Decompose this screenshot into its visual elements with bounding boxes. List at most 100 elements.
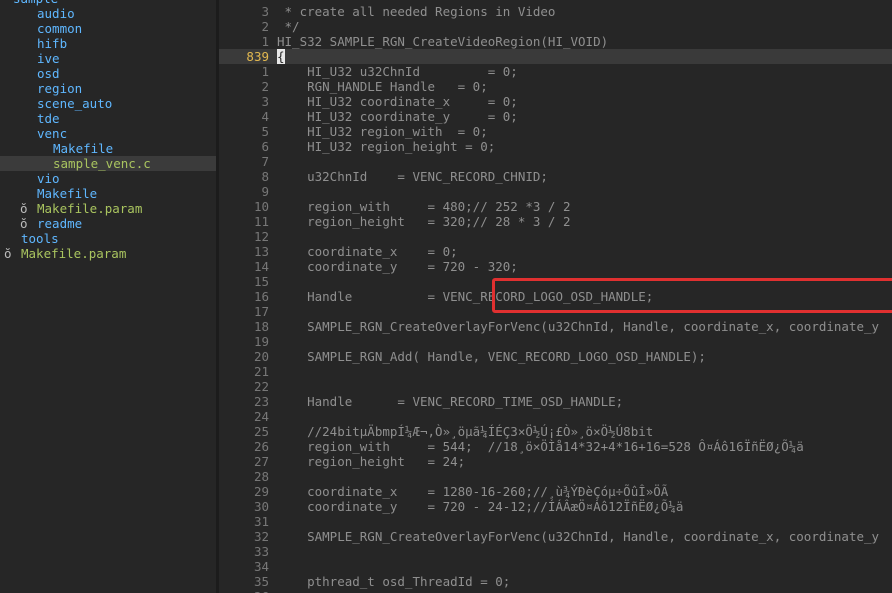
tree-item-folder[interactable]: ive — [0, 51, 216, 66]
tree-item-label: Makefile.param — [21, 246, 127, 261]
tree-item-folder[interactable]: venc — [0, 126, 216, 141]
tree-item-folder[interactable]: tools — [0, 231, 216, 246]
code-line[interactable]: 13 coordinate_x = 0; — [219, 244, 892, 259]
git-status-icon: ŏ — [20, 201, 28, 216]
code-line[interactable]: 33 — [219, 544, 892, 559]
line-number: 7 — [261, 154, 269, 169]
highlight-annotation-box — [492, 278, 892, 313]
code-text: RGN_HANDLE Handle = 0; — [277, 79, 488, 94]
code-text: coordinate_y = 720 - 24-12;//ÍÁÂæÖ¤Áô12Ï… — [277, 499, 684, 514]
code-line[interactable]: 29 coordinate_x = 1280-16-260;//¸ù¾ÝÐèÇó… — [219, 484, 892, 499]
line-number: 33 — [253, 544, 269, 559]
code-line[interactable]: 24 — [219, 409, 892, 424]
tree-item-folder[interactable]: Makefile — [0, 141, 216, 156]
line-number: 2 — [261, 19, 269, 34]
tree-item-folder[interactable]: osd — [0, 66, 216, 81]
tree-item-label: tde — [37, 111, 60, 126]
code-text: { — [277, 49, 285, 64]
tree-item-label: region — [37, 81, 83, 96]
code-line[interactable]: 3 * create all needed Regions in Video — [219, 4, 892, 19]
code-text: coordinate_y = 720 - 320; — [277, 259, 518, 274]
line-number: 2 — [261, 79, 269, 94]
tree-item-folder[interactable]: common — [0, 21, 216, 36]
code-line[interactable]: 23 Handle = VENC_RECORD_TIME_OSD_HANDLE; — [219, 394, 892, 409]
line-number: 17 — [253, 304, 269, 319]
code-line[interactable]: 6 HI_U32 region_height = 0; — [219, 139, 892, 154]
code-line[interactable]: 3 HI_U32 coordinate_x = 0; — [219, 94, 892, 109]
code-text: HI_U32 u32ChnId = 0; — [277, 64, 518, 79]
code-line[interactable]: 36 — [219, 589, 892, 593]
code-line[interactable]: 14 coordinate_y = 720 - 320; — [219, 259, 892, 274]
tree-item-folder[interactable]: hifb — [0, 36, 216, 51]
tree-item-label: Makefile — [53, 141, 114, 156]
tree-item-folder[interactable]: audio — [0, 6, 216, 21]
code-text: coordinate_x = 0; — [277, 244, 458, 259]
code-line[interactable]: 12 — [219, 229, 892, 244]
code-line[interactable]: 32 SAMPLE_RGN_CreateOverlayForVenc(u32Ch… — [219, 529, 892, 544]
tree-item-label: vio — [37, 171, 60, 186]
tree-item-file[interactable]: sample_venc.c — [0, 156, 216, 171]
code-line[interactable]: 9 — [219, 184, 892, 199]
code-text: region_height = 24; — [277, 454, 466, 469]
code-line[interactable]: 19 — [219, 334, 892, 349]
code-text: SAMPLE_RGN_CreateOverlayForVenc(u32ChnId… — [277, 529, 880, 544]
code-line[interactable]: 2 RGN_HANDLE Handle = 0; — [219, 79, 892, 94]
code-line[interactable]: 25 //24bitµÄbmpÍ¼Æ¬,Ò»¸öµã¼ÍÉÇ3×Ö½Ú¡£Ò»¸… — [219, 424, 892, 439]
line-number: 30 — [253, 499, 269, 514]
line-number: 4 — [261, 109, 269, 124]
tree-item-label: sample_venc.c — [53, 156, 151, 171]
code-line[interactable]: 27 region_height = 24; — [219, 454, 892, 469]
code-line[interactable]: 11 region_height = 320;// 28 * 3 / 2 — [219, 214, 892, 229]
code-line[interactable]: 28 — [219, 469, 892, 484]
code-line[interactable]: 10 region_with = 480;// 252 *3 / 2 — [219, 199, 892, 214]
code-line[interactable]: 4 HI_U32 coordinate_y = 0; — [219, 109, 892, 124]
code-line[interactable]: 7 — [219, 154, 892, 169]
tree-item-folder[interactable]: scene_auto — [0, 96, 216, 111]
code-line[interactable]: 34 — [219, 559, 892, 574]
code-line[interactable]: 18 SAMPLE_RGN_CreateOverlayForVenc(u32Ch… — [219, 319, 892, 334]
line-number: 839 — [246, 49, 269, 64]
code-text: region_with = 544; //18¸ö×ÖÌå14*32+4*16+… — [277, 439, 804, 454]
tree-item-folder[interactable]: Makefile — [0, 186, 216, 201]
line-number: 9 — [261, 184, 269, 199]
line-number: 14 — [253, 259, 269, 274]
code-text: HI_U32 coordinate_y = 0; — [277, 109, 518, 124]
code-line-current[interactable]: 839 { — [219, 49, 892, 64]
code-line[interactable]: 22 — [219, 379, 892, 394]
tree-item-label: Makefile.param — [37, 201, 143, 216]
line-number: 10 — [253, 199, 269, 214]
code-line[interactable]: 8 u32ChnId = VENC_RECORD_CHNID; — [219, 169, 892, 184]
tree-item-folder[interactable]: tde — [0, 111, 216, 126]
line-number: 22 — [253, 379, 269, 394]
code-line[interactable]: 2 */ — [219, 19, 892, 34]
file-tree-panel[interactable]: sampleaudiocommonhifbiveosdregionscene_a… — [0, 0, 216, 593]
code-line[interactable]: 35 pthread_t osd_ThreadId = 0; — [219, 574, 892, 589]
line-number: 1 — [261, 64, 269, 79]
tree-item-folder[interactable]: ŏ readme — [0, 216, 216, 231]
code-line[interactable]: 20 SAMPLE_RGN_Add( Handle, VENC_RECORD_L… — [219, 349, 892, 364]
code-text: Handle = VENC_RECORD_TIME_OSD_HANDLE; — [277, 394, 624, 409]
tree-item-label: ive — [37, 51, 60, 66]
code-text: HI_S32 SAMPLE_RGN_CreateVideoRegion(HI_V… — [277, 34, 609, 49]
tree-item-file[interactable]: ŏ Makefile.param — [0, 246, 216, 261]
code-line[interactable]: 26 region_with = 544; //18¸ö×ÖÌå14*32+4*… — [219, 439, 892, 454]
code-editor-pane[interactable]: 3 * create all needed Regions in Video 2 … — [219, 0, 892, 593]
code-text: HI_U32 coordinate_x = 0; — [277, 94, 518, 109]
tree-item-label: scene_auto — [37, 96, 113, 111]
code-line[interactable]: 21 — [219, 364, 892, 379]
code-line[interactable]: 30 coordinate_y = 720 - 24-12;//ÍÁÂæÖ¤Áô… — [219, 499, 892, 514]
code-text: u32ChnId = VENC_RECORD_CHNID; — [277, 169, 548, 184]
code-line[interactable]: 5 HI_U32 region_with = 0; — [219, 124, 892, 139]
code-line[interactable]: 1 HI_S32 SAMPLE_RGN_CreateVideoRegion(HI_… — [219, 34, 892, 49]
tree-item-folder[interactable]: region — [0, 81, 216, 96]
tree-item-folder[interactable]: vio — [0, 171, 216, 186]
line-number: 36 — [219, 589, 269, 593]
tree-item-file[interactable]: ŏ Makefile.param — [0, 201, 216, 216]
code-text: HI_U32 region_with = 0; — [277, 124, 488, 139]
tree-item-label: readme — [37, 216, 83, 231]
code-line[interactable]: 31 — [219, 514, 892, 529]
line-number: 31 — [253, 514, 269, 529]
code-line[interactable]: 1 HI_U32 u32ChnId = 0; — [219, 64, 892, 79]
line-number: 1 — [261, 34, 269, 49]
line-number: 34 — [253, 559, 269, 574]
